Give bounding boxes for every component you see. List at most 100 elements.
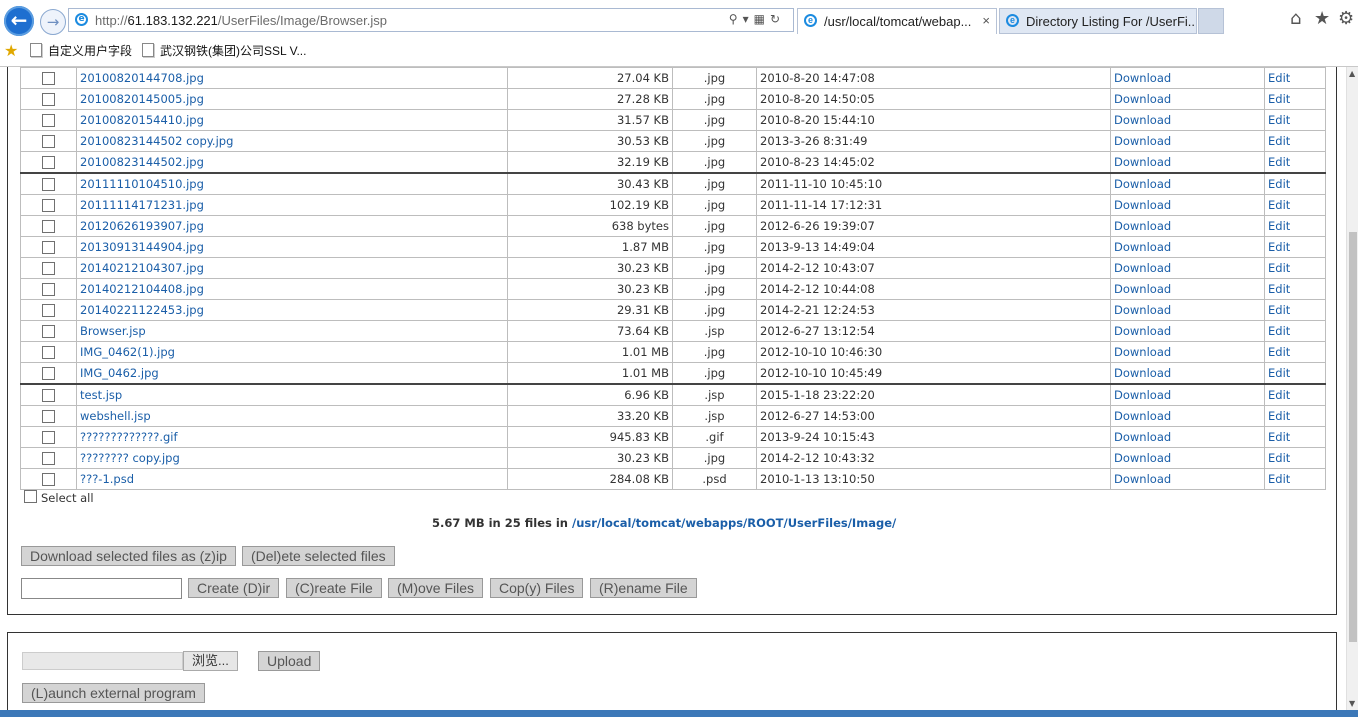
download-link[interactable]: Download bbox=[1114, 261, 1171, 275]
file-name-link[interactable]: 20111110104510.jpg bbox=[80, 177, 204, 191]
refresh-icon[interactable]: ↻ bbox=[770, 12, 785, 26]
download-zip-button[interactable]: Download selected files as (z)ip bbox=[21, 546, 236, 566]
name-input[interactable] bbox=[21, 578, 182, 599]
upload-button[interactable]: Upload bbox=[258, 651, 321, 671]
row-checkbox[interactable] bbox=[42, 346, 55, 359]
edit-link[interactable]: Edit bbox=[1268, 92, 1290, 106]
file-name-link[interactable]: 20100823144502 copy.jpg bbox=[80, 134, 233, 148]
row-checkbox[interactable] bbox=[42, 156, 55, 169]
download-link[interactable]: Download bbox=[1114, 240, 1171, 254]
file-name-link[interactable]: 20100820144708.jpg bbox=[80, 71, 204, 85]
edit-link[interactable]: Edit bbox=[1268, 134, 1290, 148]
scroll-up-icon[interactable]: ▲ bbox=[1349, 69, 1355, 78]
compat-view-icon[interactable]: ▦ bbox=[754, 12, 770, 26]
download-link[interactable]: Download bbox=[1114, 324, 1171, 338]
row-checkbox[interactable] bbox=[42, 135, 55, 148]
file-name-link[interactable]: 20111114171231.jpg bbox=[80, 198, 204, 212]
favorites-star-icon[interactable]: ★ bbox=[1314, 8, 1330, 29]
select-all-checkbox[interactable] bbox=[24, 490, 37, 503]
download-link[interactable]: Download bbox=[1114, 219, 1171, 233]
edit-link[interactable]: Edit bbox=[1268, 451, 1290, 465]
edit-link[interactable]: Edit bbox=[1268, 219, 1290, 233]
download-link[interactable]: Download bbox=[1114, 451, 1171, 465]
download-link[interactable]: Download bbox=[1114, 472, 1171, 486]
file-name-link[interactable]: 20100820145005.jpg bbox=[80, 92, 204, 106]
download-link[interactable]: Download bbox=[1114, 282, 1171, 296]
edit-link[interactable]: Edit bbox=[1268, 303, 1290, 317]
edit-link[interactable]: Edit bbox=[1268, 345, 1290, 359]
edit-link[interactable]: Edit bbox=[1268, 282, 1290, 296]
edit-link[interactable]: Edit bbox=[1268, 430, 1290, 444]
move-files-button[interactable]: (M)ove Files bbox=[388, 578, 484, 598]
back-button[interactable]: ← bbox=[4, 6, 34, 36]
tab-active[interactable]: e /usr/local/tomcat/webap... × bbox=[797, 8, 997, 34]
file-name-link[interactable]: 20140212104307.jpg bbox=[80, 261, 204, 275]
row-checkbox[interactable] bbox=[42, 262, 55, 275]
row-checkbox[interactable] bbox=[42, 178, 55, 191]
new-tab-button[interactable] bbox=[1198, 8, 1224, 34]
row-checkbox[interactable] bbox=[42, 410, 55, 423]
download-link[interactable]: Download bbox=[1114, 430, 1171, 444]
edit-link[interactable]: Edit bbox=[1268, 240, 1290, 254]
row-checkbox[interactable] bbox=[42, 473, 55, 486]
edit-link[interactable]: Edit bbox=[1268, 366, 1290, 380]
download-link[interactable]: Download bbox=[1114, 388, 1171, 402]
file-name-link[interactable]: 20100820154410.jpg bbox=[80, 113, 204, 127]
file-name-link[interactable]: ?????????????.gif bbox=[80, 430, 178, 444]
row-checkbox[interactable] bbox=[42, 325, 55, 338]
search-icon[interactable]: ⚲ bbox=[729, 12, 743, 26]
favorite-link-1[interactable]: 自定义用户字段 bbox=[30, 42, 132, 59]
create-file-button[interactable]: (C)reate File bbox=[286, 578, 382, 598]
file-name-link[interactable]: Browser.jsp bbox=[80, 324, 146, 338]
edit-link[interactable]: Edit bbox=[1268, 155, 1290, 169]
create-dir-button[interactable]: Create (D)ir bbox=[188, 578, 280, 598]
download-link[interactable]: Download bbox=[1114, 71, 1171, 85]
directory-path-link[interactable]: /usr/local/tomcat/webapps/ROOT/UserFiles… bbox=[572, 516, 896, 530]
row-checkbox[interactable] bbox=[42, 241, 55, 254]
file-name-link[interactable]: test.jsp bbox=[80, 388, 122, 402]
file-name-link[interactable]: 20140212104408.jpg bbox=[80, 282, 204, 296]
edit-link[interactable]: Edit bbox=[1268, 113, 1290, 127]
download-link[interactable]: Download bbox=[1114, 134, 1171, 148]
add-favorite-icon[interactable]: ★ bbox=[4, 41, 18, 61]
browse-button[interactable]: 浏览... bbox=[183, 651, 238, 671]
file-name-link[interactable]: 20130913144904.jpg bbox=[80, 240, 204, 254]
edit-link[interactable]: Edit bbox=[1268, 472, 1290, 486]
rename-file-button[interactable]: (R)ename File bbox=[590, 578, 697, 598]
file-name-link[interactable]: IMG_0462.jpg bbox=[80, 366, 159, 380]
download-link[interactable]: Download bbox=[1114, 409, 1171, 423]
row-checkbox[interactable] bbox=[42, 72, 55, 85]
file-name-link[interactable]: 20120626193907.jpg bbox=[80, 219, 204, 233]
tab-directory-listing[interactable]: e Directory Listing For /UserFi... bbox=[999, 8, 1197, 34]
upload-file-path[interactable] bbox=[22, 652, 183, 670]
file-name-link[interactable]: ???-1.psd bbox=[80, 472, 134, 486]
launch-program-button[interactable]: (L)aunch external program bbox=[22, 683, 205, 703]
file-name-link[interactable]: webshell.jsp bbox=[80, 409, 151, 423]
row-checkbox[interactable] bbox=[42, 452, 55, 465]
row-checkbox[interactable] bbox=[42, 283, 55, 296]
edit-link[interactable]: Edit bbox=[1268, 71, 1290, 85]
address-bar[interactable]: e http://61.183.132.221/UserFiles/Image/… bbox=[68, 8, 794, 32]
address-tools[interactable]: ⚲▾▦↻ bbox=[729, 12, 785, 26]
row-checkbox[interactable] bbox=[42, 220, 55, 233]
row-checkbox[interactable] bbox=[42, 389, 55, 402]
edit-link[interactable]: Edit bbox=[1268, 324, 1290, 338]
edit-link[interactable]: Edit bbox=[1268, 409, 1290, 423]
home-icon[interactable]: ⌂ bbox=[1290, 8, 1301, 29]
close-tab-icon[interactable]: × bbox=[982, 13, 990, 28]
scroll-down-icon[interactable]: ▼ bbox=[1349, 699, 1355, 708]
download-link[interactable]: Download bbox=[1114, 113, 1171, 127]
vertical-scrollbar[interactable]: ▲ ▼ bbox=[1346, 67, 1358, 710]
row-checkbox[interactable] bbox=[42, 114, 55, 127]
file-name-link[interactable]: 20100823144502.jpg bbox=[80, 155, 204, 169]
delete-selected-button[interactable]: (Del)ete selected files bbox=[242, 546, 395, 566]
download-link[interactable]: Download bbox=[1114, 92, 1171, 106]
dropdown-icon[interactable]: ▾ bbox=[743, 12, 754, 26]
download-link[interactable]: Download bbox=[1114, 155, 1171, 169]
file-name-link[interactable]: 20140221122453.jpg bbox=[80, 303, 204, 317]
forward-button[interactable]: → bbox=[40, 9, 66, 35]
file-name-link[interactable]: ???????? copy.jpg bbox=[80, 451, 180, 465]
edit-link[interactable]: Edit bbox=[1268, 198, 1290, 212]
edit-link[interactable]: Edit bbox=[1268, 261, 1290, 275]
row-checkbox[interactable] bbox=[42, 367, 55, 380]
